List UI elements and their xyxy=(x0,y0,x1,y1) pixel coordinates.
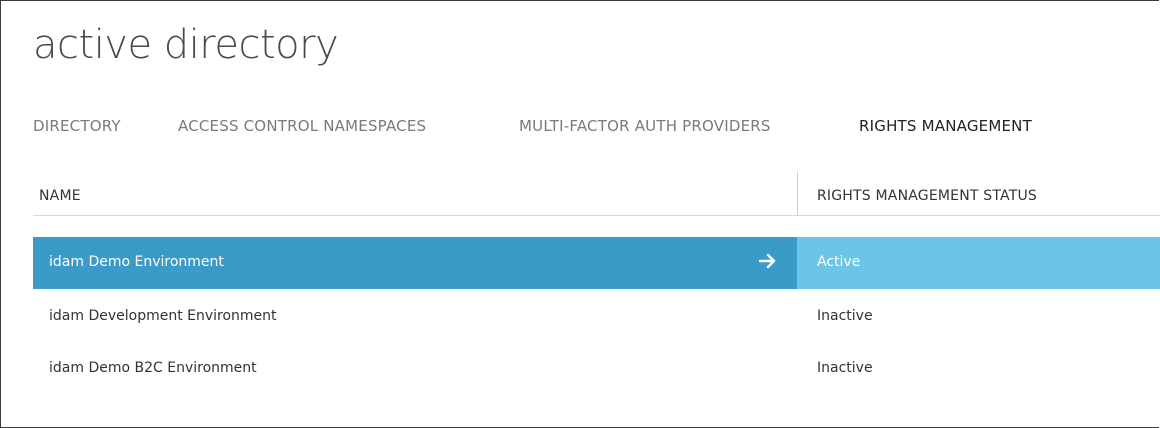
name-cell[interactable]: idam Demo Environment xyxy=(33,237,797,289)
page-title: active directory xyxy=(33,22,339,68)
tab-multi-factor-auth-providers[interactable]: MULTI-FACTOR AUTH PROVIDERS xyxy=(519,115,771,137)
status-cell[interactable]: Inactive xyxy=(797,291,1160,343)
column-header-name[interactable]: NAME xyxy=(39,188,81,204)
tab-access-control-namespaces[interactable]: ACCESS CONTROL NAMESPACES xyxy=(178,115,426,137)
name-cell[interactable]: idam Demo B2C Environment xyxy=(33,343,797,395)
table-row[interactable]: idam Demo B2C Environment Inactive xyxy=(33,343,1160,395)
column-divider xyxy=(797,171,798,215)
row-status: Inactive xyxy=(817,308,873,324)
row-status: Inactive xyxy=(817,360,873,376)
row-name: idam Development Environment xyxy=(49,308,277,324)
status-cell[interactable]: Inactive xyxy=(797,343,1160,395)
row-status: Active xyxy=(817,254,861,270)
table-row[interactable]: idam Development Environment Inactive xyxy=(33,291,1160,343)
table-row[interactable]: idam Demo Environment Active xyxy=(33,237,1160,289)
table-header: NAME RIGHTS MANAGEMENT STATUS xyxy=(33,171,1160,216)
tab-directory[interactable]: DIRECTORY xyxy=(33,115,121,137)
status-cell[interactable]: Active xyxy=(797,237,1160,289)
row-name: idam Demo B2C Environment xyxy=(49,360,257,376)
column-header-status[interactable]: RIGHTS MANAGEMENT STATUS xyxy=(817,188,1037,204)
portal-panel: active directory DIRECTORY ACCESS CONTRO… xyxy=(0,0,1160,428)
tab-rights-management[interactable]: RIGHTS MANAGEMENT xyxy=(859,115,1032,137)
row-name: idam Demo Environment xyxy=(49,254,224,270)
name-cell[interactable]: idam Development Environment xyxy=(33,291,797,343)
arrow-right-icon[interactable] xyxy=(757,250,779,272)
